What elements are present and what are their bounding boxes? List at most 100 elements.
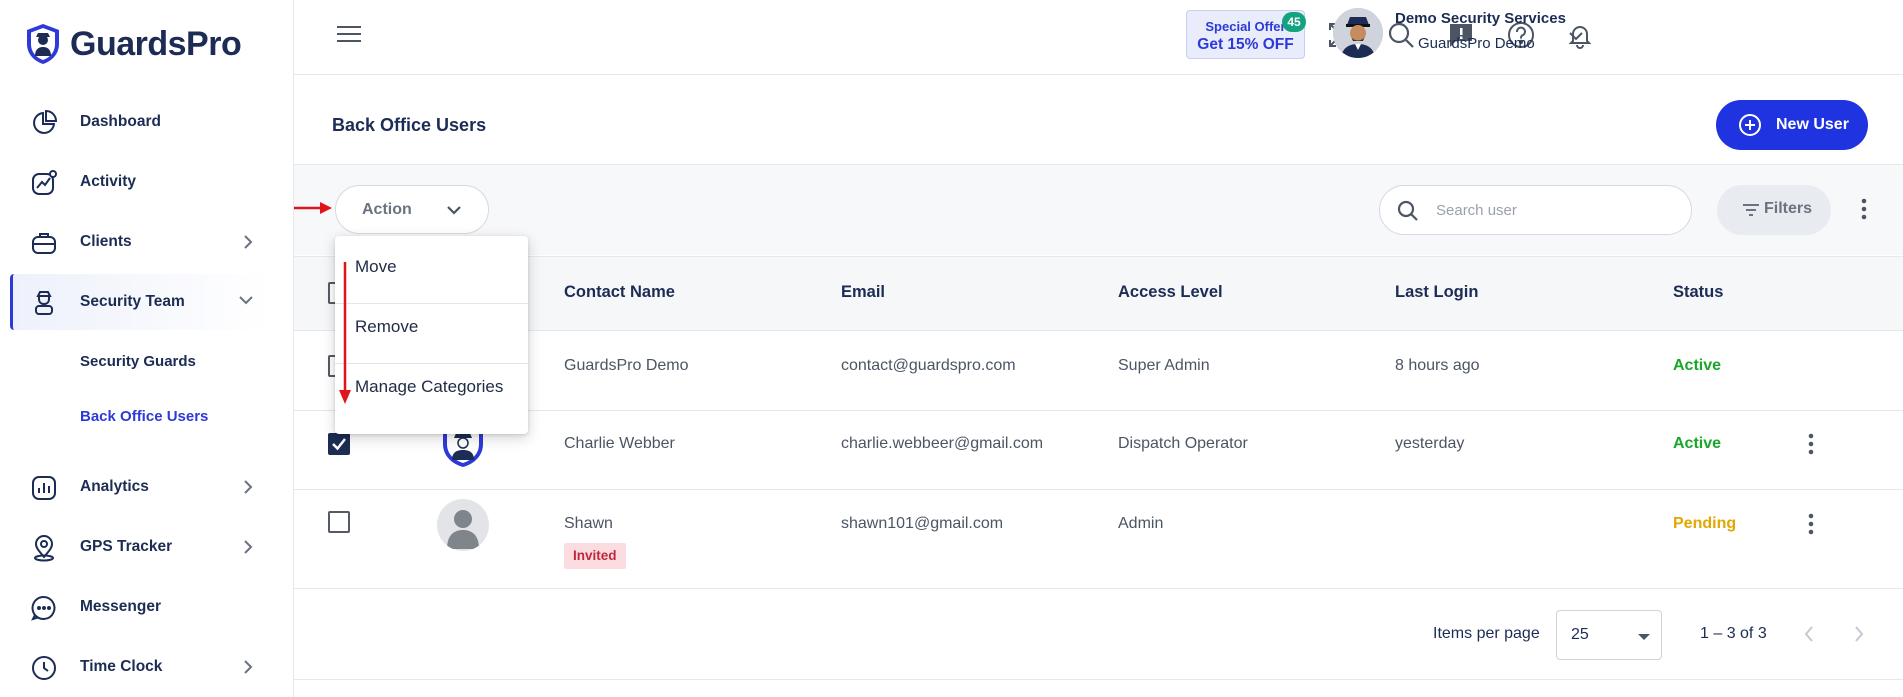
email: shawn101@gmail.com — [841, 515, 1004, 532]
sidebar-item-label: Analytics — [80, 478, 149, 495]
guard-avatar-icon — [1333, 8, 1383, 58]
items-per-page-label: Items per page — [1433, 625, 1540, 642]
filters-label: Filters — [1764, 200, 1813, 217]
sidebar-item-label: Time Clock — [80, 658, 163, 675]
sidebar-item-label: GPS Tracker — [80, 538, 173, 555]
hamburger-menu-icon[interactable] — [336, 24, 362, 44]
clock-icon — [32, 656, 56, 680]
chevron-right-icon — [244, 540, 253, 554]
offer-discount: Get 15% OFF — [1197, 36, 1294, 53]
filter-icon — [1743, 204, 1759, 216]
more-options-icon[interactable] — [1860, 198, 1868, 220]
email: charlie.webbeer@gmail.com — [841, 435, 1044, 452]
row-checkbox-checked[interactable] — [328, 433, 350, 455]
access-level: Dispatch Operator — [1118, 435, 1248, 452]
action-dropdown[interactable]: Action — [335, 185, 489, 234]
contact-name: Shawn — [564, 515, 613, 532]
sidebar-item-messenger[interactable]: Messenger — [10, 581, 272, 633]
next-page-icon[interactable] — [1852, 624, 1866, 644]
new-user-button[interactable]: New User — [1716, 100, 1868, 150]
action-menu: Move Remove Manage Categories — [335, 236, 528, 434]
sidebar-item-activity[interactable]: Activity — [10, 156, 272, 208]
status-badge: Active — [1673, 357, 1722, 374]
row-divider — [294, 489, 1903, 490]
table-header — [294, 256, 1903, 331]
email: contact@guardspro.com — [841, 357, 1016, 374]
access-level: Super Admin — [1118, 357, 1210, 374]
topbar: Special Offer Get 15% OFF 45 Demo Securi… — [294, 0, 1903, 75]
sidebar-subitem-back-office-users[interactable]: Back Office Users — [80, 408, 208, 425]
page-title: Back Office Users — [332, 115, 487, 135]
search-box — [1379, 185, 1692, 235]
column-header-last-login[interactable]: Last Login — [1395, 283, 1478, 302]
chevron-down-icon — [447, 206, 461, 215]
sidebar-item-time-clock[interactable]: Time Clock — [10, 641, 272, 693]
column-header-access-level[interactable]: Access Level — [1118, 283, 1223, 302]
activity-chart-icon — [32, 170, 57, 195]
notification-badge: 45 — [1282, 12, 1306, 32]
row-checkbox[interactable] — [328, 511, 350, 533]
access-level: Admin — [1118, 515, 1164, 532]
search-input[interactable] — [1436, 199, 1666, 221]
items-per-page-value: 25 — [1571, 626, 1589, 643]
sidebar-item-clients[interactable]: Clients — [10, 216, 272, 268]
user-avatar[interactable] — [1333, 8, 1383, 58]
contact-name: Charlie Webber — [564, 435, 675, 452]
menu-item-remove[interactable]: Remove — [335, 298, 528, 358]
chevron-down-icon[interactable] — [1568, 30, 1584, 42]
chevron-right-icon — [244, 480, 253, 494]
previous-page-icon[interactable] — [1802, 624, 1816, 644]
checkmark-icon — [332, 438, 346, 451]
invited-badge: Invited — [564, 543, 626, 569]
chat-bubble-icon — [31, 595, 56, 621]
guard-icon — [35, 291, 53, 315]
sidebar-item-dashboard[interactable]: Dashboard — [10, 96, 272, 148]
new-user-label: New User — [1776, 116, 1849, 133]
row-divider — [294, 410, 1903, 411]
menu-item-label: Manage Categories — [355, 377, 504, 396]
sidebar-item-analytics[interactable]: Analytics — [10, 461, 272, 513]
column-header-email[interactable]: Email — [841, 283, 885, 302]
sidebar-item-label: Dashboard — [80, 113, 161, 130]
last-login: 8 hours ago — [1395, 357, 1480, 374]
items-per-page-select[interactable]: 25 — [1556, 610, 1662, 660]
menu-item-label: Move — [355, 257, 397, 276]
menu-item-label: Remove — [355, 317, 419, 336]
status-badge: Pending — [1673, 515, 1737, 532]
brand-name: GuardsPro — [70, 24, 242, 63]
sidebar-item-gps-tracker[interactable]: GPS Tracker — [10, 521, 272, 573]
pagination-range: 1 – 3 of 3 — [1700, 625, 1767, 642]
annotation-arrow-right — [294, 202, 332, 214]
annotation-arrow-down — [339, 262, 351, 404]
shield-logo-icon — [27, 24, 59, 64]
last-login: yesterday — [1395, 435, 1465, 452]
user-name: Demo Security Services — [1395, 10, 1566, 27]
row-divider — [294, 588, 1903, 589]
brand-logo[interactable]: GuardsPro — [24, 22, 242, 66]
chevron-down-icon — [239, 296, 253, 305]
contact-name: GuardsPro Demo — [564, 357, 689, 374]
caret-down-icon — [1638, 634, 1650, 640]
user-placeholder-icon — [447, 510, 479, 549]
chevron-right-icon — [244, 235, 253, 249]
avatar — [437, 499, 489, 551]
menu-item-move[interactable]: Move — [335, 238, 528, 298]
search-icon — [1397, 200, 1418, 221]
sidebar: GuardsPro Dashboard Activity Clients Sec… — [0, 0, 294, 697]
sidebar-subitem-security-guards[interactable]: Security Guards — [80, 353, 196, 370]
sidebar-item-label: Security Team — [80, 293, 185, 310]
user-organization: GuardsPro Demo — [1418, 35, 1535, 52]
pie-chart-icon — [33, 109, 58, 134]
briefcase-icon — [32, 233, 56, 254]
sidebar-item-security-team[interactable]: Security Team — [10, 274, 272, 330]
column-header-status[interactable]: Status — [1673, 283, 1723, 302]
row-more-options-icon[interactable] — [1807, 513, 1815, 535]
filters-button[interactable]: Filters — [1717, 185, 1831, 235]
column-header-contact-name[interactable]: Contact Name — [564, 283, 675, 302]
sidebar-item-label: Clients — [80, 233, 132, 250]
plus-circle-icon — [1739, 114, 1761, 136]
menu-item-manage-categories[interactable]: Manage Categories — [335, 358, 528, 418]
location-pin-icon — [34, 535, 54, 562]
row-more-options-icon[interactable] — [1807, 433, 1815, 455]
chevron-right-icon — [244, 660, 253, 674]
